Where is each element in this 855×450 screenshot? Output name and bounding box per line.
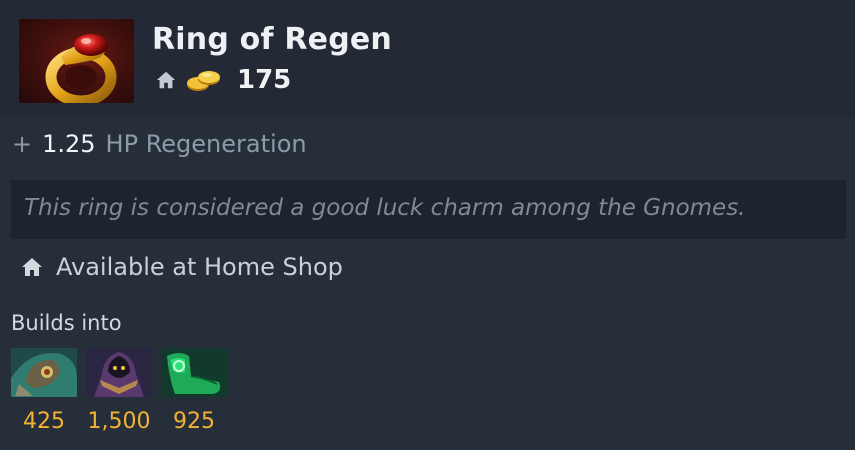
builds-into-label: Builds into (11, 311, 122, 335)
build-item-cloak[interactable]: 1,500 (86, 348, 152, 434)
home-icon (22, 258, 42, 276)
build-cost: 425 (23, 409, 65, 434)
headdress-icon[interactable] (11, 348, 77, 397)
ring-of-regen-icon (19, 19, 134, 103)
home-shop-icon (156, 71, 176, 89)
stat-hp-regen: + 1.25 HP Regeneration (12, 126, 307, 162)
lore-text: This ring is considered a good luck char… (24, 195, 746, 221)
item-cost-value: 175 (237, 65, 292, 95)
lore-box: This ring is considered a good luck char… (11, 180, 846, 239)
shop-text: Available at Home Shop (56, 253, 343, 281)
tooltip-header: Ring of Regen 175 (0, 0, 855, 118)
gold-coins-icon (187, 71, 220, 91)
stat-name: HP Regeneration (105, 130, 307, 158)
item-tooltip: Ring of Regen 175 + 1.25 HP Regeneration… (0, 0, 855, 450)
builds-into-list: 425 1,500 925 (11, 348, 236, 434)
build-cost: 925 (173, 409, 215, 434)
cloak-icon[interactable] (86, 348, 152, 397)
item-cost: 175 (155, 64, 291, 96)
stat-plus-sign: + (12, 130, 33, 158)
shop-availability: Available at Home Shop (20, 250, 343, 284)
build-item-boots[interactable]: 925 (161, 348, 227, 434)
build-cost: 1,500 (87, 409, 151, 434)
boots-icon[interactable] (161, 348, 227, 397)
build-item-headdress[interactable]: 425 (11, 348, 77, 434)
item-title: Ring of Regen (152, 22, 392, 57)
stat-value: 1.25 (42, 130, 96, 158)
